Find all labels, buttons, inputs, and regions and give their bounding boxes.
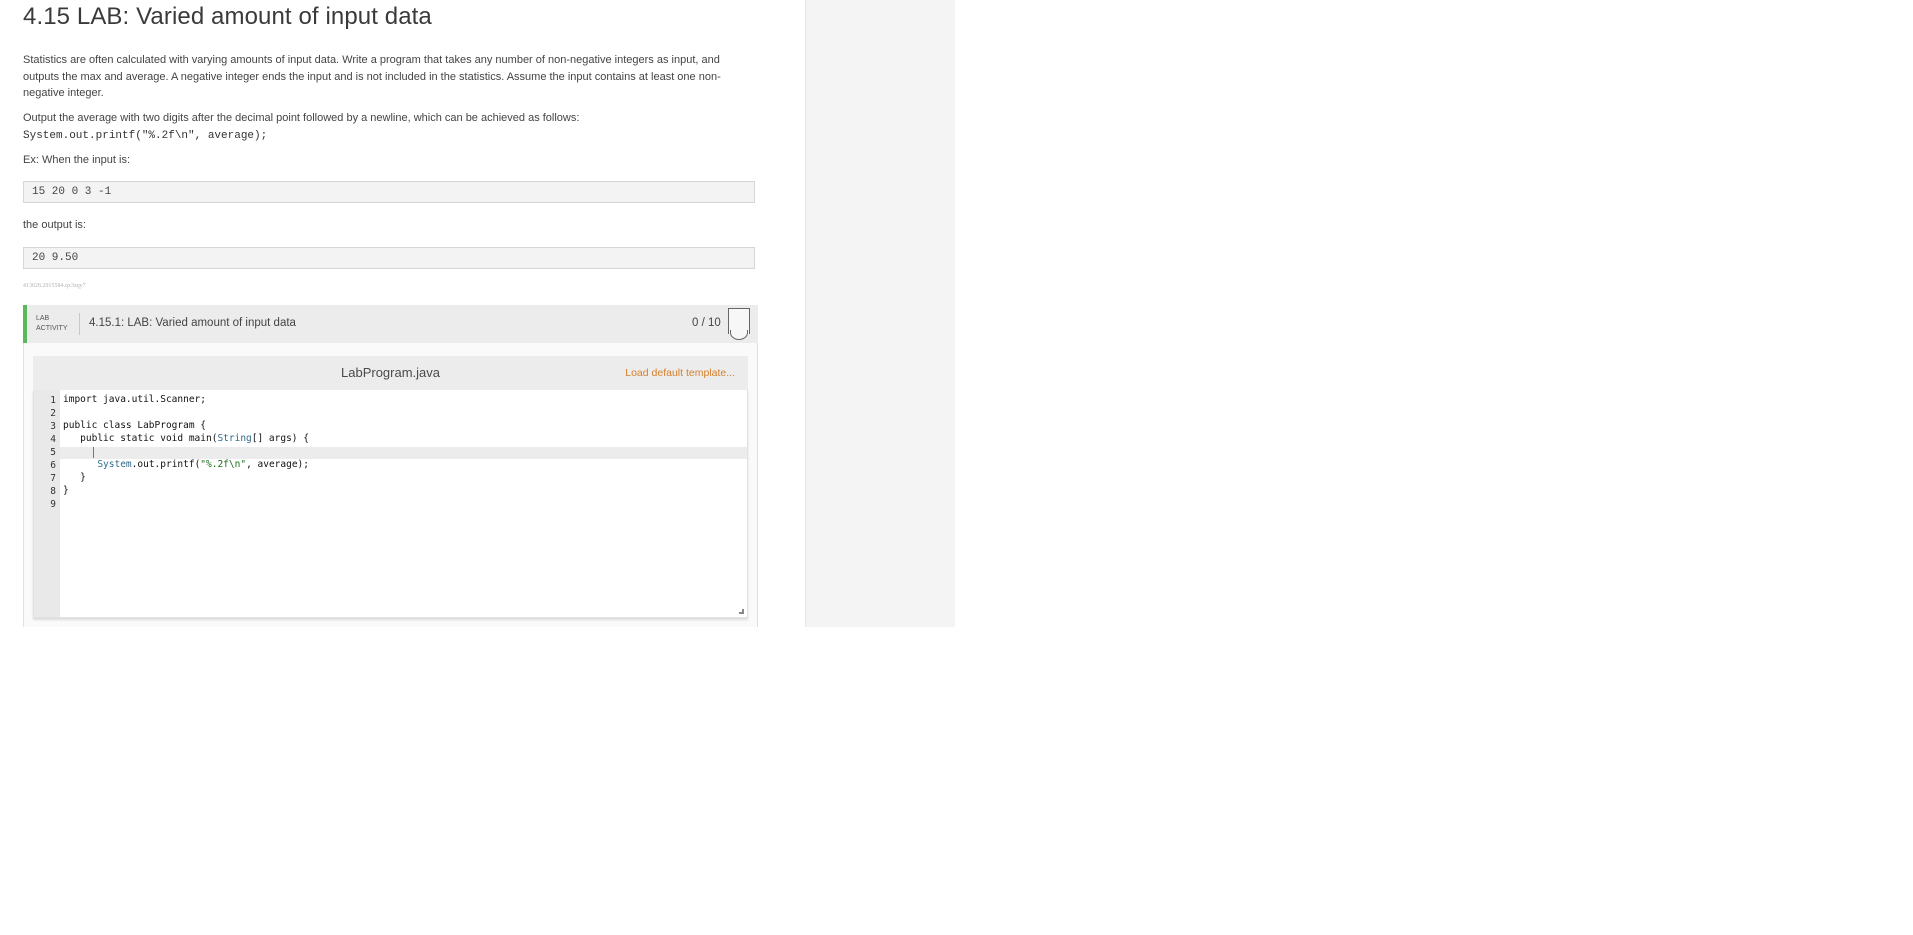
activity-divider	[79, 313, 80, 335]
printf-snippet: System.out.printf("%.2f\n", average);	[23, 129, 268, 142]
editor-header: LabProgram.java Load default template...	[33, 356, 748, 390]
line-number: 1	[50, 395, 56, 406]
score-badge-icon	[728, 308, 750, 340]
activity-score: 0 / 10	[692, 317, 721, 329]
code-token-string: "%.2f\n"	[200, 459, 247, 470]
right-sidebar	[805, 0, 955, 627]
line-number: 6	[50, 460, 56, 471]
code-token-type: System	[97, 459, 132, 470]
code-token: , average);	[246, 459, 309, 470]
lab-activity-header: LAB ACTIVITY 4.15.1: LAB: Varied amount …	[23, 305, 758, 343]
output-instructions-text: Output the average with two digits after…	[23, 112, 580, 124]
activity-title: 4.15.1: LAB: Varied amount of input data	[89, 317, 296, 329]
activity-type-line1: LAB	[36, 315, 50, 322]
code-line: System.out.printf("%.2f\n", average);	[63, 459, 309, 470]
main-content: 4.15 LAB: Varied amount of input data St…	[0, 0, 805, 627]
line-number: 3	[50, 421, 56, 432]
output-instructions: Output the average with two digits after…	[23, 110, 743, 144]
load-default-template-link[interactable]: Load default template...	[625, 367, 735, 379]
content-id: 413026.2915584.qx3zqy7	[23, 283, 86, 289]
line-number: 9	[50, 499, 56, 510]
code-token-type: String	[217, 433, 252, 444]
line-number: 8	[50, 486, 56, 497]
code-token: [] args) {	[251, 433, 309, 444]
line-number: 5	[50, 447, 56, 458]
code-line: }	[63, 472, 86, 483]
code-line: }	[63, 485, 69, 496]
line-number: 2	[50, 408, 56, 419]
code-token: .out.printf(	[131, 459, 201, 470]
line-number: 7	[50, 473, 56, 484]
activity-type-line2: ACTIVITY	[36, 325, 68, 332]
active-line-highlight	[34, 447, 747, 459]
line-number: 4	[50, 434, 56, 445]
example-input-label: Ex: When the input is:	[23, 154, 130, 166]
page-title: 4.15 LAB: Varied amount of input data	[23, 3, 432, 30]
code-editor[interactable]: 1 2 3 4 5 6 7 8 9 import java.util.Scann…	[33, 390, 748, 618]
example-input-box: 15 20 0 3 -1	[23, 181, 755, 203]
activity-type-label: LAB ACTIVITY	[36, 314, 68, 334]
code-token: public static void main(	[63, 433, 218, 444]
text-cursor	[93, 447, 94, 458]
code-line: public class LabProgram {	[63, 420, 206, 431]
problem-description: Statistics are often calculated with var…	[23, 54, 721, 99]
code-line: public static void main(String[] args) {	[63, 433, 309, 444]
example-output-box: 20 9.50	[23, 247, 755, 269]
example-output-label: the output is:	[23, 219, 86, 231]
code-line: import java.util.Scanner;	[63, 394, 206, 405]
resize-handle-icon[interactable]	[739, 609, 744, 614]
